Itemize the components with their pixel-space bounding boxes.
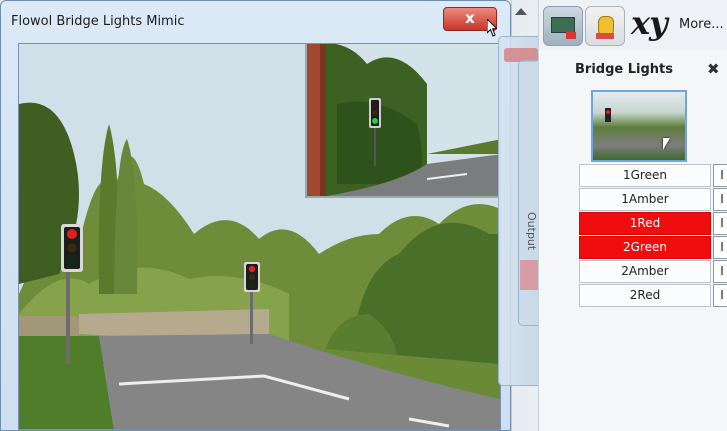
signal-label[interactable]: 1Amber: [579, 188, 711, 211]
thumbnail-cursor-icon: [663, 138, 670, 150]
signal-state[interactable]: I: [713, 236, 727, 259]
signal-label[interactable]: 2Amber: [579, 260, 711, 283]
scroll-up-icon[interactable]: [515, 8, 527, 15]
signal-row[interactable]: 1Amber I: [579, 188, 727, 211]
robot-icon[interactable]: [585, 6, 625, 46]
signal-label[interactable]: 1Red: [579, 212, 711, 235]
signal-label[interactable]: 1Green: [579, 164, 711, 187]
xy-button[interactable]: xy: [631, 4, 668, 42]
bridge-lights-panel: Bridge Lights ✖ 1Green I 1Amber I 1Red I…: [559, 58, 727, 431]
right-panel: xy More... Bridge Lights ✖ 1Green I 1Amb…: [538, 0, 727, 431]
signal-label[interactable]: 2Green: [579, 236, 711, 259]
signal-row[interactable]: 2Green I: [579, 236, 727, 259]
circuit-board-icon[interactable]: [543, 6, 583, 46]
bridge-photo: [18, 43, 501, 430]
signal-state[interactable]: I: [713, 188, 727, 211]
signal-row[interactable]: 2Amber I: [579, 260, 727, 283]
signal-state[interactable]: I: [713, 260, 727, 283]
mimic-thumbnail[interactable]: [591, 90, 687, 162]
inset-view: [305, 44, 500, 198]
window-title: Flowol Bridge Lights Mimic: [11, 14, 185, 29]
mouse-cursor-icon: [487, 19, 497, 37]
more-button[interactable]: More...: [679, 17, 724, 32]
signal-state[interactable]: I: [713, 212, 727, 235]
left-signal-red-light: [67, 229, 77, 239]
mimic-window: Flowol Bridge Lights Mimic x: [0, 0, 511, 431]
inset-signal-green-light: [372, 118, 378, 124]
signal-row[interactable]: 1Green I: [579, 164, 727, 187]
signal-label[interactable]: 2Red: [579, 284, 711, 307]
pin-icon[interactable]: ✖: [707, 60, 720, 78]
right-signal-red-light: [248, 265, 256, 273]
panel-title: Bridge Lights: [575, 62, 673, 77]
signal-state[interactable]: I: [713, 284, 727, 307]
signal-table: 1Green I 1Amber I 1Red I 2Green I 2Amber…: [579, 164, 727, 308]
toolbar: xy More...: [539, 0, 727, 50]
thumbnail-traffic-light-icon: [605, 108, 611, 122]
output-label: Output: [525, 212, 538, 251]
signal-state[interactable]: I: [713, 164, 727, 187]
signal-row[interactable]: 1Red I: [579, 212, 727, 235]
signal-row[interactable]: 2Red I: [579, 284, 727, 307]
